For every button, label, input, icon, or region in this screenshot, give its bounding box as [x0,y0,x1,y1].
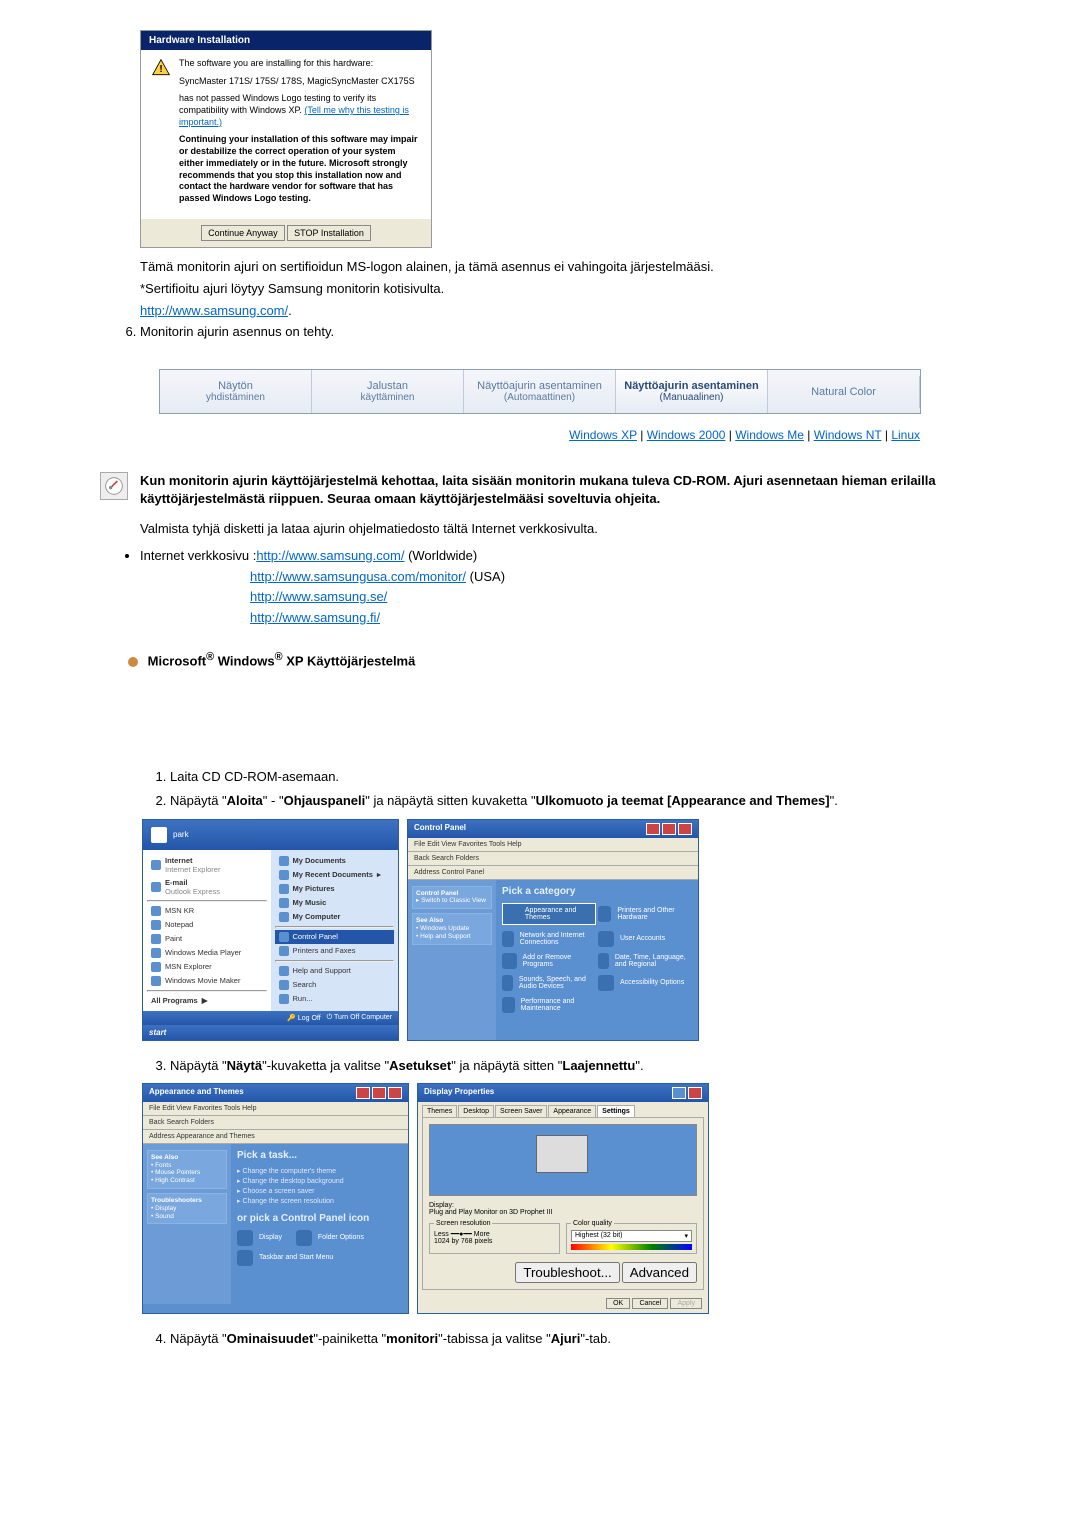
dialog-line4: Continuing your installation of this sof… [179,134,421,204]
window-controls[interactable] [356,1087,402,1099]
window-controls[interactable] [646,823,692,835]
appearance-themes-mock: Appearance and Themes File Edit View Fav… [142,1083,409,1314]
samsung-link[interactable]: http://www.samsung.com/ [140,303,288,318]
color-quality-group: Color quality Highest (32 bit)▾ [566,1220,697,1254]
os-links-row: Windows XP | Windows 2000 | Windows Me |… [160,428,920,442]
troubleshoot-button[interactable]: Troubleshoot... [515,1262,619,1283]
step-2: Näpäytä "Aloita" - "Ohjauspaneli" ja näp… [170,792,1020,810]
note-block: Kun monitorin ajurin käyttöjärjestelmä k… [100,472,980,535]
turnoff-button[interactable]: ⏻ Turn Off Computer [327,1014,392,1022]
svg-text:!: ! [159,64,162,75]
step-3: Näpäytä "Näytä"-kuvaketta ja valitse "As… [170,1057,1020,1075]
apply-button[interactable]: Apply [670,1298,702,1309]
page-root: Hardware Installation ! The software you… [0,0,1080,1386]
image-pair-1: park InternetInternet Explorer E-mailOut… [142,819,1020,1041]
pick-task-heading: Pick a task... [237,1150,402,1161]
link-ww[interactable]: http://www.samsung.com/ [256,548,404,563]
os-link-2000[interactable]: Windows 2000 [647,428,726,442]
dialog-line3: has not passed Windows Logo testing to v… [179,93,421,128]
mail-icon [151,882,161,892]
paragraph-cert: Tämä monitorin ajuri on sertifioidun MS-… [140,258,1020,276]
start-button[interactable]: start [143,1025,398,1040]
window-controls[interactable] [672,1087,702,1099]
tab-settings[interactable]: Settings [597,1105,635,1117]
color-quality-select[interactable]: Highest (32 bit)▾ [571,1230,692,1242]
hardware-installation-dialog: Hardware Installation ! The software you… [140,30,432,248]
tab-appearance[interactable]: Appearance [548,1105,596,1117]
ie-icon [151,860,161,870]
section-bullet-icon [128,657,138,667]
pick-category-heading: Pick a category [502,886,692,897]
avatar-icon [151,827,167,843]
screen-resolution-group: Screen resolution Less ━━●━━ More 1024 b… [429,1220,560,1254]
note-text-2: Valmista tyhjä disketti ja lataa ajurin … [140,521,980,536]
warning-icon: ! [151,58,171,78]
dialog-line2: SyncMaster 171S/ 175S/ 178S, MagicSyncMa… [179,76,421,88]
steps-list: Laita CD CD-ROM-asemaan. Näpäytä "Aloita… [146,768,1020,810]
cancel-button[interactable]: Cancel [632,1298,668,1309]
link-se[interactable]: http://www.samsung.se/ [250,589,387,604]
dp-tabs: Themes Desktop Screen Saver Appearance S… [418,1102,708,1117]
continue-anyway-button[interactable]: Continue Anyway [201,225,285,241]
os-link-linux[interactable]: Linux [891,428,920,442]
step-6: Monitorin ajurin asennus on tehty. [140,324,1020,339]
display-properties-mock: Display Properties Themes Desktop Screen… [417,1083,709,1314]
internet-site-bullet: Internet verkkosivu :http://www.samsung.… [140,548,1020,563]
tab-desktop[interactable]: Desktop [458,1105,494,1117]
os-link-me[interactable]: Windows Me [735,428,804,442]
ok-button[interactable]: OK [606,1298,630,1309]
paragraph-cert2: *Sertifioitu ajuri löytyy Samsung monito… [140,280,1020,298]
tab-natural-color[interactable]: Natural Color [768,376,920,408]
steps-list-4: Näpäytä "Ominaisuudet"-painiketta "monit… [146,1330,1020,1348]
step-list: Monitorin ajurin asennus on tehty. [116,324,1020,339]
cp-menubar: File Edit View Favorites Tools Help [408,838,698,852]
cp-address: Address Control Panel [408,866,698,880]
note-text: Kun monitorin ajurin käyttöjärjestelmä k… [140,472,980,508]
indent-links: http://www.samsungusa.com/monitor/ (USA)… [250,567,1020,629]
install-navbar: Näytönyhdistäminen Jalustankäyttäminen N… [159,369,921,414]
os-link-nt[interactable]: Windows NT [814,428,882,442]
image-pair-2: Appearance and Themes File Edit View Fav… [142,1083,1020,1314]
stop-installation-button[interactable]: STOP Installation [287,225,371,241]
step-4: Näpäytä "Ominaisuudet"-painiketta "monit… [170,1330,1020,1348]
steps-list-3: Näpäytä "Näytä"-kuvaketta ja valitse "As… [146,1057,1020,1075]
tab-screensaver[interactable]: Screen Saver [495,1105,547,1117]
tab-driver-auto[interactable]: Näyttöajurin asentaminen(Automaattinen) [464,370,616,413]
display-label: Display:Plug and Play Monitor on 3D Prop… [429,1202,697,1216]
start-menu-mock: park InternetInternet Explorer E-mailOut… [142,819,399,1041]
logoff-button[interactable]: 🔑 Log Off [287,1014,321,1022]
info-icon [100,472,128,500]
dialog-text: The software you are installing for this… [179,58,421,211]
step-1: Laita CD CD-ROM-asemaan. [170,768,1020,786]
dialog-title: Hardware Installation [141,31,431,50]
tab-display-connect[interactable]: Näytönyhdistäminen [160,370,312,413]
os-link-xp[interactable]: Windows XP [569,428,637,442]
user-name: park [173,830,189,839]
advanced-button[interactable]: Advanced [622,1262,697,1283]
display-preview [429,1124,697,1196]
tab-themes[interactable]: Themes [422,1105,457,1117]
link-fi[interactable]: http://www.samsung.fi/ [250,610,380,625]
link-usa[interactable]: http://www.samsungusa.com/monitor/ [250,569,466,584]
tab-driver-manual[interactable]: Näyttöajurin asentaminen(Manuaalinen) [616,370,768,413]
or-pick-heading: or pick a Control Panel icon [237,1213,402,1224]
tab-stand-use[interactable]: Jalustankäyttäminen [312,370,464,413]
dialog-line1: The software you are installing for this… [179,58,421,70]
control-panel-mock: Control Panel File Edit View Favorites T… [407,819,699,1041]
section-title-xp: Microsoft® Windows® XP Käyttöjärjestelmä [128,651,1020,668]
cp-toolbar: Back Search Folders [408,852,698,866]
